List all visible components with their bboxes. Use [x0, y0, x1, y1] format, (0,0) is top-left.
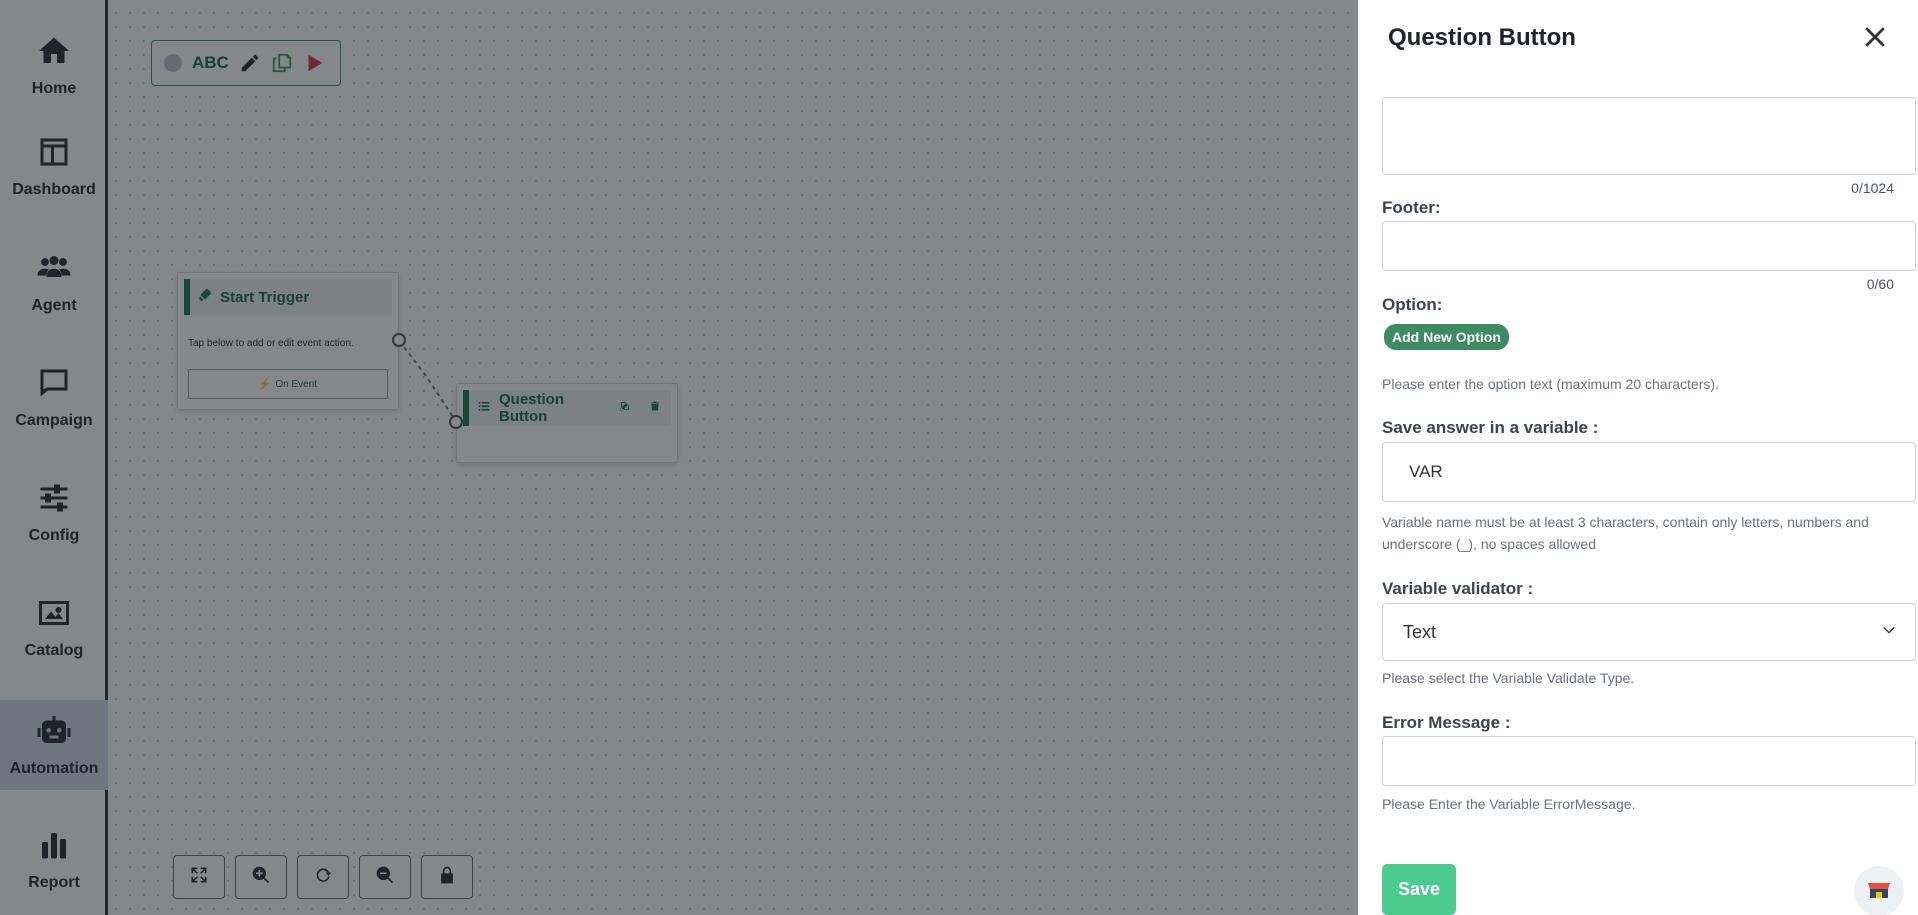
robot-icon: [36, 713, 72, 754]
footer-label: Footer:: [1382, 198, 1441, 217]
nav-item-label: Automation: [9, 759, 99, 777]
body-char-counter: 0/1024: [1851, 180, 1894, 196]
validator-label: Variable validator :: [1382, 579, 1534, 598]
output-port[interactable]: [392, 333, 406, 347]
nav-item-agent[interactable]: Agent: [0, 237, 108, 327]
on-event-button[interactable]: ⚡ On Event: [188, 369, 388, 399]
nav-item-label: Home: [31, 79, 77, 97]
variable-hint: Variable name must be at least 3 charact…: [1382, 514, 1869, 552]
start-trigger-node[interactable]: Start Trigger Tap below to add or edit e…: [177, 272, 406, 410]
refresh-icon: [313, 865, 333, 890]
zoom-out-button[interactable]: [359, 855, 411, 899]
question-button-node[interactable]: Question Button: [449, 383, 678, 463]
nav-item-report[interactable]: Report: [0, 814, 108, 904]
node-title: Question Button: [499, 391, 565, 425]
variable-input[interactable]: VAR: [1382, 442, 1916, 502]
nav-item-label: Agent: [31, 296, 77, 314]
body-textarea[interactable]: [1382, 97, 1916, 175]
add-new-option-button[interactable]: Add New Option: [1384, 324, 1509, 350]
app-root: Home Dashboard Agent Campaign Config Cat…: [0, 0, 1918, 915]
error-message-hint: Please Enter the Variable ErrorMessage.: [1382, 796, 1636, 812]
zoom-out-icon: [375, 865, 395, 890]
question-node-header: Question Button: [463, 390, 671, 426]
home-icon: [36, 33, 72, 74]
nav-item-catalog[interactable]: Catalog: [0, 582, 108, 672]
image-icon: [36, 595, 72, 636]
canvas-controls: [173, 855, 473, 899]
variable-value: VAR: [1409, 462, 1443, 481]
footer-char-counter: 0/60: [1866, 276, 1894, 292]
option-label: Option:: [1382, 295, 1443, 314]
validator-select[interactable]: Text: [1382, 603, 1916, 661]
node-title: Start Trigger: [220, 288, 310, 306]
trash-icon[interactable]: [649, 399, 661, 417]
validator-hint: Please select the Variable Validate Type…: [1382, 670, 1635, 686]
question-button-drawer: Question Button 0/1024 Footer: 0/60 Opti…: [1358, 0, 1918, 915]
variable-label: Save answer in a variable :: [1382, 418, 1599, 437]
reset-button[interactable]: [297, 855, 349, 899]
nav-item-label: Dashboard: [12, 180, 96, 198]
node-connector: [398, 340, 456, 421]
rocket-icon: [198, 288, 212, 307]
sliders-icon: [36, 480, 72, 521]
layout-icon: [36, 134, 72, 175]
error-message-label: Error Message :: [1382, 713, 1511, 732]
expand-icon: [189, 865, 209, 890]
chevron-down-icon: [1881, 622, 1897, 643]
error-message-input[interactable]: [1382, 736, 1916, 786]
nav-item-label: Campaign: [15, 411, 93, 429]
edit-icon[interactable]: [619, 399, 631, 417]
node-description: Tap below to add or edit event action.: [188, 338, 354, 349]
nav-item-label: Catalog: [24, 641, 84, 659]
on-event-label: On Event: [275, 378, 318, 390]
nav-item-home[interactable]: Home: [0, 20, 108, 110]
list-icon: [477, 399, 491, 418]
bar-chart-icon: [36, 827, 72, 868]
nav-item-automation[interactable]: Automation: [0, 700, 108, 790]
nav-item-dashboard[interactable]: Dashboard: [0, 121, 108, 211]
lock-icon: [437, 865, 457, 890]
users-icon: [36, 250, 72, 291]
fullscreen-button[interactable]: [173, 855, 225, 899]
input-port[interactable]: [449, 415, 463, 429]
validator-value: Text: [1403, 621, 1437, 642]
close-button[interactable]: [1860, 22, 1890, 52]
nav-item-campaign[interactable]: Campaign: [0, 352, 108, 442]
drawer-title: Question Button: [1388, 24, 1576, 51]
close-icon: [1860, 27, 1890, 56]
start-trigger-header: Start Trigger: [184, 279, 392, 315]
chat-icon: [36, 365, 72, 406]
zoom-in-icon: [251, 865, 271, 890]
nav-item-config[interactable]: Config: [0, 467, 108, 557]
zoom-in-button[interactable]: [235, 855, 287, 899]
option-hint: Please enter the option text (maximum 20…: [1382, 376, 1719, 392]
chat-widget-button[interactable]: [1854, 866, 1904, 915]
lock-button[interactable]: [421, 855, 473, 899]
drawer-form[interactable]: 0/1024 Footer: 0/60 Option: Add New Opti…: [1370, 62, 1916, 915]
footer-input[interactable]: [1382, 221, 1916, 271]
store-icon: [1866, 879, 1892, 904]
nav-item-label: Config: [28, 526, 80, 544]
flow-canvas[interactable]: ABC Start Trigger Tap below to add or ed…: [111, 0, 1358, 915]
sidebar: Home Dashboard Agent Campaign Config Cat…: [0, 0, 108, 915]
bolt-icon: ⚡: [258, 378, 272, 390]
save-button[interactable]: Save: [1382, 864, 1456, 915]
nav-item-label: Report: [28, 873, 80, 891]
